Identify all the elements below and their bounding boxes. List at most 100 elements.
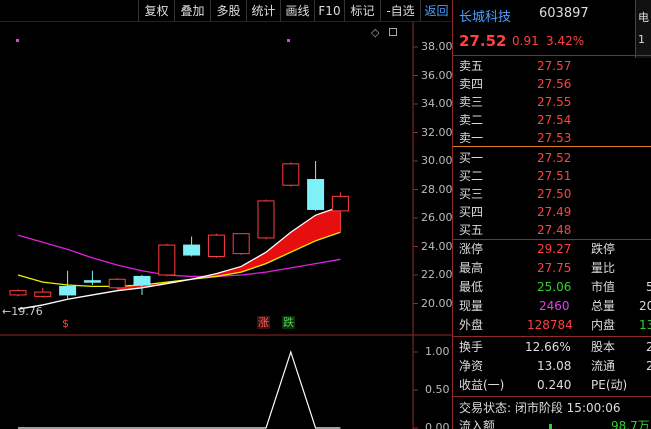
bid-level-label: 买四	[459, 205, 484, 219]
signal-fall: 跌	[282, 316, 295, 329]
price-axis-tick: 30.00	[421, 154, 453, 167]
current-volume-label: 现量	[459, 299, 484, 313]
multi-stock-button[interactable]: 多股	[210, 0, 246, 22]
inflow-bar	[549, 424, 552, 429]
bid-level-label: 买五	[459, 223, 484, 237]
window-toggle-icon[interactable]	[389, 28, 397, 36]
candle-body	[307, 179, 325, 210]
back-button[interactable]: 返回	[420, 0, 452, 22]
inner-volume-value: 13	[639, 318, 651, 332]
market-cap-label: 市值	[591, 280, 616, 294]
chart-toolbar: 复权 叠加 多股 统计 画线 F10 标记 -自选 返回	[0, 0, 452, 22]
low-value: 25.06	[537, 280, 572, 294]
price-axis-tick: 38.00	[421, 40, 453, 53]
candle-body	[207, 234, 225, 257]
price-axis-tick: 26.00	[421, 211, 453, 224]
turnover-label: 换手	[459, 340, 484, 354]
price-axis-tick: 34.00	[421, 97, 453, 110]
side-tab-value: 1	[638, 33, 645, 46]
current-volume-value: 2460	[539, 299, 570, 313]
side-tab[interactable]: 电 1	[635, 0, 651, 58]
divider	[453, 336, 651, 337]
remove-watchlist-button[interactable]: -自选	[380, 0, 420, 22]
candle-body	[34, 291, 52, 297]
limit-up-value: 29.27	[537, 242, 572, 256]
kline-chart[interactable]: ◇ 38.00 36.00 34.00 32.00 30.00 28.00 26.00 24.…	[0, 22, 453, 429]
quote-panel: 长城科技 603897 27.52 0.91 3.42% 电 1 卖五 27.57…	[452, 0, 651, 429]
share-capital-value: 2	[646, 340, 651, 354]
net-assets-label: 净资	[459, 359, 484, 373]
net-assets-value: 13.08	[537, 359, 572, 373]
last-price: 27.52	[459, 32, 507, 50]
draw-line-button[interactable]: 画线	[280, 0, 314, 22]
candle-body	[282, 163, 300, 186]
total-volume-value: 20	[639, 299, 651, 313]
candle-body	[83, 280, 101, 283]
bid-level-label: 买二	[459, 169, 484, 183]
high-label: 最高	[459, 261, 484, 275]
statistics-button[interactable]: 统计	[246, 0, 280, 22]
price-change: 0.91	[512, 34, 539, 48]
price-axis-tick: 28.00	[421, 182, 453, 196]
f10-button[interactable]: F10	[314, 0, 344, 22]
bid-row[interactable]: 买五 27.48	[453, 221, 651, 239]
ask-level-label: 卖二	[459, 113, 484, 127]
bid-row[interactable]: 买二 27.51	[453, 167, 651, 185]
ma-ribbon	[117, 206, 341, 291]
bid-row[interactable]: 买一 27.52	[453, 149, 651, 167]
bid-level-label: 买一	[459, 151, 484, 165]
price-axis-tick: 32.00	[421, 125, 453, 139]
indicator-axis-tick: 0.00	[425, 421, 450, 429]
overlay-button[interactable]: 叠加	[174, 0, 210, 22]
outer-volume-value: 128784	[527, 318, 573, 332]
marker-dot	[287, 39, 290, 42]
candle-body	[257, 200, 275, 239]
candle-body	[133, 275, 151, 286]
mark-button[interactable]: 标记	[344, 0, 380, 22]
indicator-line	[18, 350, 341, 429]
ask-level-price: 27.57	[537, 59, 572, 73]
bid-level-label: 买三	[459, 187, 484, 201]
candle-body	[108, 278, 126, 289]
candle-body	[158, 244, 176, 276]
bid-row[interactable]: 买三 27.50	[453, 185, 651, 203]
ask-row[interactable]: 卖三 27.55	[453, 93, 651, 111]
pe-label: PE(动)	[591, 378, 628, 392]
bid-level-price: 27.48	[537, 223, 572, 237]
stock-code: 603897	[539, 6, 589, 21]
bid-level-price: 27.49	[537, 205, 572, 219]
ask-row[interactable]: 卖一 27.53	[453, 129, 651, 147]
market-cap-value: 5	[646, 280, 651, 294]
stock-name[interactable]: 长城科技	[459, 6, 511, 25]
float-shares-label: 流通	[591, 359, 616, 373]
share-capital-label: 股本	[591, 340, 616, 354]
divider	[453, 55, 651, 56]
indicator-axis-tick: 1.00	[425, 345, 450, 358]
ask-row[interactable]: 卖五 27.57	[453, 57, 651, 75]
candle-body	[183, 244, 201, 256]
signal-rise: 涨	[257, 316, 270, 329]
ask-level-label: 卖三	[459, 95, 484, 109]
price-axis-tick: 36.00	[421, 68, 453, 82]
price-axis-tick: 24.00	[421, 239, 453, 253]
ask-row[interactable]: 卖二 27.54	[453, 111, 651, 129]
ask-row[interactable]: 卖四 27.56	[453, 75, 651, 93]
ask-level-price: 27.56	[537, 77, 572, 91]
limit-up-label: 涨停	[459, 242, 484, 256]
ask-level-price: 27.55	[537, 95, 572, 109]
bid-row[interactable]: 买四 27.49	[453, 203, 651, 221]
restore-rights-button[interactable]: 复权	[138, 0, 174, 22]
limit-down-label: 跌停	[591, 242, 616, 256]
bid-level-price: 27.51	[537, 169, 572, 183]
diamond-icon[interactable]: ◇	[371, 26, 379, 39]
price-axis-tick: 20.00	[421, 296, 453, 310]
high-value: 27.75	[537, 261, 572, 275]
inner-volume-label: 内盘	[591, 318, 616, 332]
eps-value: 0.240	[537, 378, 572, 392]
volume-ratio-label: 量比	[591, 261, 616, 275]
bid-ask-divider	[453, 146, 651, 147]
candle-body	[9, 290, 27, 296]
outer-volume-label: 外盘	[459, 318, 484, 332]
ask-level-price: 27.53	[537, 131, 572, 145]
divider	[453, 396, 651, 397]
